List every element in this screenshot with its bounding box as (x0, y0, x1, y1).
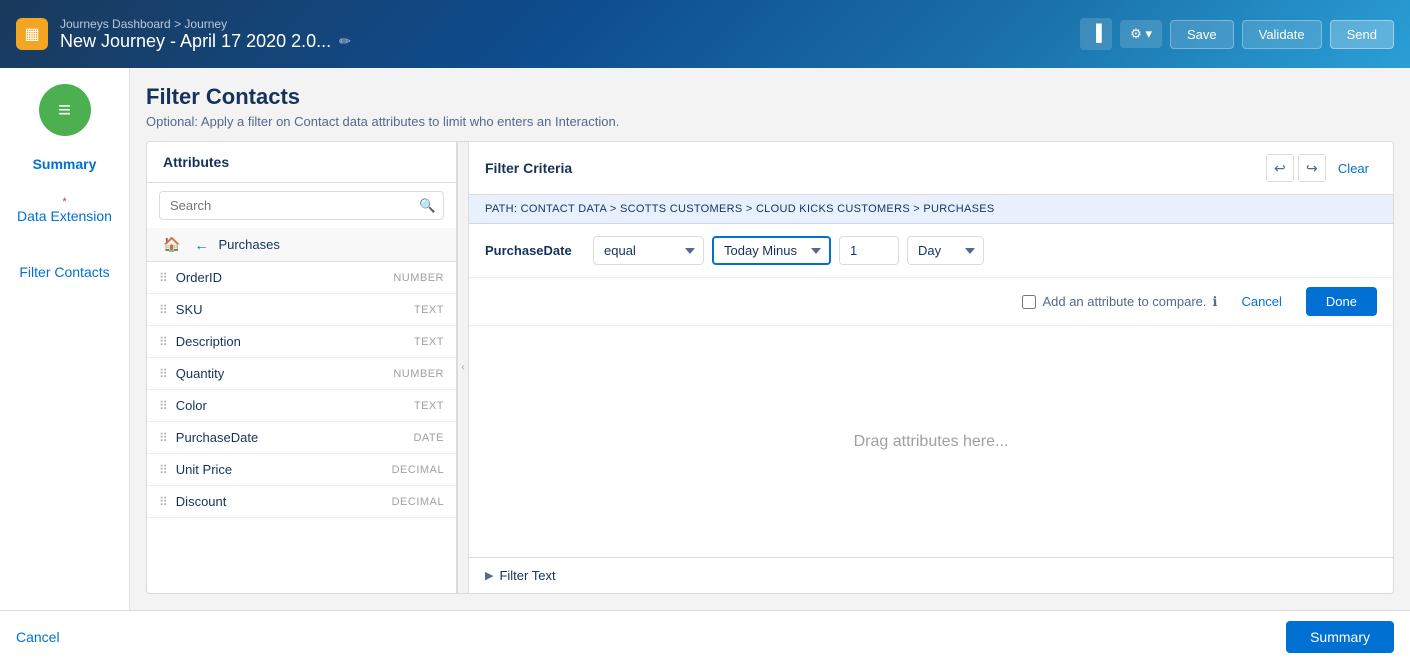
filter-text-toggle[interactable]: ▶ Filter Text (469, 557, 1393, 593)
drag-handle-icon: ⠿ (159, 303, 168, 317)
app-logo: ▦ (16, 18, 48, 50)
filter-condition-row: PurchaseDate equal not equal is null is … (469, 224, 1393, 278)
attribute-name: Description (176, 334, 241, 349)
attribute-type: DECIMAL (392, 464, 444, 476)
attribute-list-item[interactable]: ⠿ Quantity NUMBER (147, 358, 456, 390)
attribute-list-item[interactable]: ⠿ Description TEXT (147, 326, 456, 358)
send-button[interactable]: Send (1330, 20, 1394, 49)
page-title: Filter Contacts (146, 84, 1394, 110)
attribute-list-item[interactable]: ⠿ SKU TEXT (147, 294, 456, 326)
filter-criteria-panel: Filter Criteria ↩ ↪ Clear PATH: CONTACT … (469, 142, 1393, 593)
breadcrumb-area: Journeys Dashboard > Journey New Journey… (60, 17, 1080, 52)
cancel-bottom-button[interactable]: Cancel (16, 629, 60, 645)
current-folder-label: Purchases (218, 237, 279, 252)
drag-handle-icon: ⠿ (159, 399, 168, 413)
attribute-type: DECIMAL (392, 496, 444, 508)
attribute-nav-breadcrumb: 🏠 ← Purchases (147, 228, 456, 262)
page-header: Filter Contacts Optional: Apply a filter… (146, 84, 1394, 129)
attribute-type: TEXT (414, 336, 444, 348)
drag-drop-area: Drag attributes here... (469, 325, 1393, 557)
redo-button[interactable]: ↪ (1298, 154, 1326, 182)
top-nav: ▦ Journeys Dashboard > Journey New Journ… (0, 0, 1410, 68)
value-input[interactable] (839, 236, 899, 265)
toggle-arrow-icon: ▶ (485, 569, 493, 582)
clear-button[interactable]: Clear (1330, 157, 1377, 180)
search-icon-button[interactable]: 🔍 (419, 198, 436, 214)
sidebar-item-data-extension[interactable]: * Data Extension (0, 188, 129, 232)
attribute-list-item[interactable]: ⠿ OrderID NUMBER (147, 262, 456, 294)
attribute-type: NUMBER (393, 368, 444, 380)
main-layout: ≡ Summary * Data Extension Filter Contac… (0, 68, 1410, 610)
attribute-type: DATE (413, 432, 444, 444)
attributes-panel: Attributes 🔍 🏠 ← Purchases ⠿ OrderID (147, 142, 457, 593)
info-icon: ℹ (1213, 294, 1218, 310)
attributes-header: Attributes (147, 142, 456, 183)
drag-handle-icon: ⠿ (159, 335, 168, 349)
sidebar-item-summary[interactable]: Summary (0, 148, 129, 180)
drag-handle-icon: ⠿ (159, 367, 168, 381)
logo-icon: ▦ (24, 24, 39, 44)
attribute-type: TEXT (414, 304, 444, 316)
back-button[interactable]: ← (190, 235, 212, 255)
save-button[interactable]: Save (1170, 20, 1234, 49)
page-title-nav: New Journey - April 17 2020 2.0... ✏ (60, 31, 1080, 52)
attribute-name: Quantity (176, 366, 224, 381)
compare-attribute-label: Add an attribute to compare. ℹ (1022, 294, 1217, 310)
operator-select[interactable]: equal not equal is null is not null grea… (593, 236, 704, 265)
filter-criteria-header: Filter Criteria ↩ ↪ Clear (469, 142, 1393, 195)
done-button[interactable]: Done (1306, 287, 1377, 316)
cancel-filter-button[interactable]: Cancel (1225, 286, 1297, 317)
panels-container: Attributes 🔍 🏠 ← Purchases ⠿ OrderID (146, 141, 1394, 594)
compare-row: Add an attribute to compare. ℹ Cancel Do… (469, 278, 1393, 325)
content-area: Filter Contacts Optional: Apply a filter… (130, 68, 1410, 610)
filter-criteria-title: Filter Criteria (485, 160, 572, 176)
search-box: 🔍 (159, 191, 444, 220)
sidebar-main-icon: ≡ (39, 84, 91, 136)
breadcrumb: Journeys Dashboard > Journey (60, 17, 1080, 31)
unit-select[interactable]: Day Week Month Year (907, 236, 984, 265)
attribute-name: Color (176, 398, 207, 413)
filter-header-actions: ↩ ↪ Clear (1266, 154, 1377, 182)
filter-path-bar: PATH: CONTACT DATA > SCOTTS CUSTOMERS > … (469, 195, 1393, 224)
attribute-list-item[interactable]: ⠿ Color TEXT (147, 390, 456, 422)
attribute-name: SKU (176, 302, 203, 317)
search-input[interactable] (159, 191, 444, 220)
attribute-list-item[interactable]: ⠿ Discount DECIMAL (147, 486, 456, 518)
compare-attribute-checkbox[interactable] (1022, 295, 1036, 309)
page-description: Optional: Apply a filter on Contact data… (146, 114, 1394, 129)
drag-handle-icon: ⠿ (159, 431, 168, 445)
modifier-select[interactable]: Today Minus Today Plus Today Specific Da… (712, 236, 831, 265)
sidebar-toggle-button[interactable]: ▐ (1080, 18, 1112, 50)
attribute-name: Unit Price (176, 462, 232, 477)
bottom-bar: Cancel Summary (0, 610, 1410, 662)
attribute-type: TEXT (414, 400, 444, 412)
drag-handle-icon: ⠿ (159, 271, 168, 285)
attribute-name: PurchaseDate (176, 430, 258, 445)
home-button[interactable]: 🏠 (159, 234, 184, 255)
top-nav-actions: ▐ ⚙ ▾ Save Validate Send (1080, 18, 1394, 50)
attribute-list: ⠿ OrderID NUMBER ⠿ SKU TEXT ⠿ Descriptio… (147, 262, 456, 593)
filter-field-label: PurchaseDate (485, 243, 585, 258)
summary-button[interactable]: Summary (1286, 621, 1394, 653)
validate-button[interactable]: Validate (1242, 20, 1322, 49)
attribute-type: NUMBER (393, 272, 444, 284)
settings-button[interactable]: ⚙ ▾ (1120, 20, 1162, 48)
collapse-handle[interactable]: ‹ (457, 142, 469, 593)
sidebar: ≡ Summary * Data Extension Filter Contac… (0, 68, 130, 610)
attribute-list-item[interactable]: ⠿ Unit Price DECIMAL (147, 454, 456, 486)
attribute-list-item[interactable]: ⠿ PurchaseDate DATE (147, 422, 456, 454)
undo-button[interactable]: ↩ (1266, 154, 1294, 182)
attribute-name: OrderID (176, 270, 222, 285)
edit-title-icon[interactable]: ✏ (339, 33, 351, 50)
attribute-name: Discount (176, 494, 227, 509)
sidebar-item-filter-contacts[interactable]: Filter Contacts (0, 256, 129, 288)
attributes-title: Attributes (163, 154, 440, 170)
drag-handle-icon: ⠿ (159, 495, 168, 509)
drag-handle-icon: ⠿ (159, 463, 168, 477)
list-icon: ≡ (58, 97, 71, 123)
